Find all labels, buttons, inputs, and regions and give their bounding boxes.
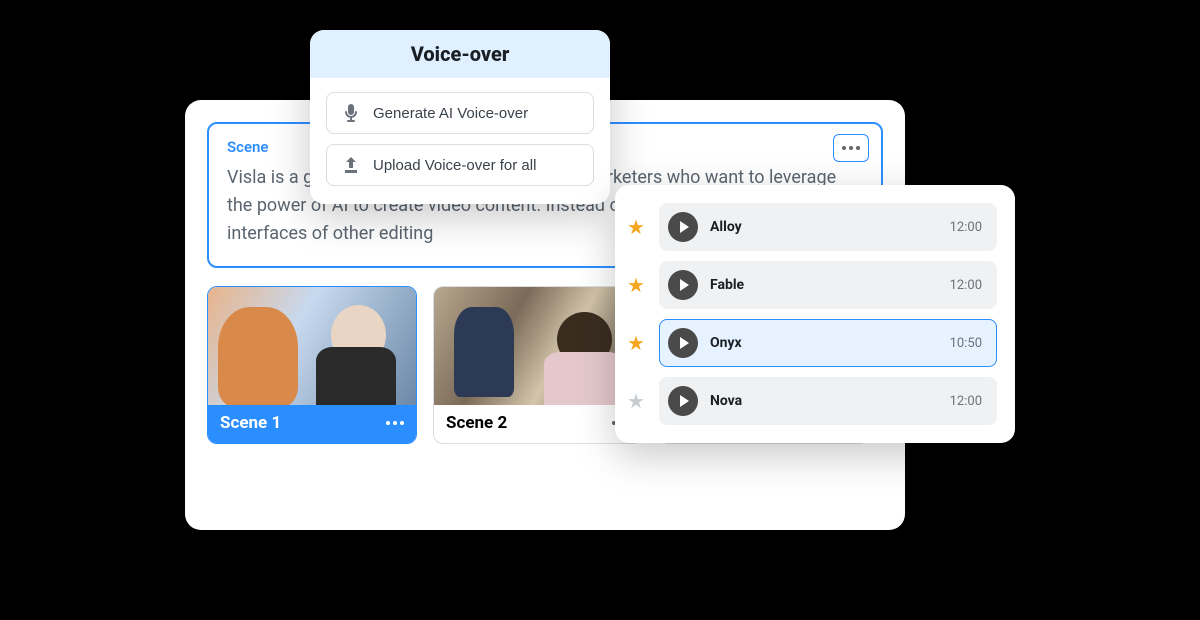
star-icon[interactable]: ★: [623, 273, 649, 297]
voice-name: Alloy: [710, 219, 950, 235]
voice-row: ★ Nova 12:00: [623, 377, 997, 425]
scene-title: Scene 1: [220, 413, 281, 433]
voice-item-alloy[interactable]: Alloy 12:00: [659, 203, 997, 251]
scene-more-button[interactable]: [386, 421, 404, 425]
upload-voiceover-button[interactable]: Upload Voice-over for all: [326, 144, 594, 186]
play-icon[interactable]: [668, 212, 698, 242]
voices-panel: ★ Alloy 12:00 ★ Fable 12:00 ★ Onyx 10:50…: [615, 185, 1015, 443]
scene-card-2[interactable]: Scene 2: [433, 286, 643, 444]
voice-item-onyx[interactable]: Onyx 10:50: [659, 319, 997, 367]
voice-duration: 10:50: [950, 336, 982, 351]
voice-row: ★ Alloy 12:00: [623, 203, 997, 251]
voice-duration: 12:00: [950, 394, 982, 409]
scene-thumbnail: [208, 287, 416, 405]
voice-row: ★ Fable 12:00: [623, 261, 997, 309]
voice-name: Fable: [710, 277, 950, 293]
voice-duration: 12:00: [950, 278, 982, 293]
scene-thumbnail: [434, 287, 642, 405]
star-icon[interactable]: ★: [623, 215, 649, 239]
voiceover-header: Voice-over: [310, 30, 610, 78]
upload-voiceover-label: Upload Voice-over for all: [373, 157, 536, 174]
play-icon[interactable]: [668, 328, 698, 358]
upload-icon: [341, 155, 361, 175]
voiceover-panel: Voice-over Generate AI Voice-over Upload…: [310, 30, 610, 204]
star-icon[interactable]: ★: [623, 389, 649, 413]
voice-item-fable[interactable]: Fable 12:00: [659, 261, 997, 309]
generate-voiceover-button[interactable]: Generate AI Voice-over: [326, 92, 594, 134]
microphone-icon: [341, 103, 361, 123]
generate-voiceover-label: Generate AI Voice-over: [373, 105, 528, 122]
voice-duration: 12:00: [950, 220, 982, 235]
scene-title: Scene 2: [446, 413, 507, 433]
voice-item-nova[interactable]: Nova 12:00: [659, 377, 997, 425]
script-more-button[interactable]: [833, 134, 869, 162]
star-icon[interactable]: ★: [623, 331, 649, 355]
play-icon[interactable]: [668, 270, 698, 300]
voice-row: ★ Onyx 10:50: [623, 319, 997, 367]
scene-card-1[interactable]: Scene 1: [207, 286, 417, 444]
voice-name: Onyx: [710, 335, 950, 351]
play-icon[interactable]: [668, 386, 698, 416]
voice-name: Nova: [710, 393, 950, 409]
